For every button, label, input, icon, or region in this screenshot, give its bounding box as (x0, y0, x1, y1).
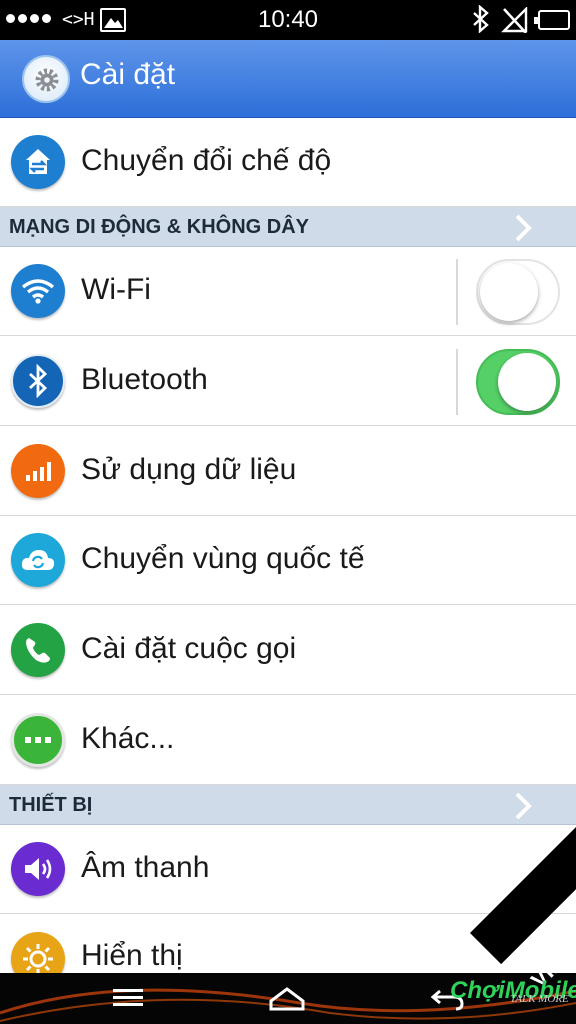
section-header-device[interactable]: THIẾT BỊ (0, 785, 576, 825)
settings-item-label: Sử dụng dữ liệu (81, 453, 297, 486)
section-label: MẠNG DI ĐỘNG & KHÔNG DÂY (9, 216, 309, 238)
settings-item-label: Âm thanh (81, 851, 210, 884)
settings-item-label: Khác... (81, 722, 175, 755)
settings-gear-icon[interactable] (22, 55, 70, 103)
bluetooth-status-icon (470, 4, 492, 39)
settings-item-label: Chuyển vùng quốc tế (81, 542, 365, 575)
settings-item-label: Wi-Fi (81, 273, 151, 306)
toggle-knob (498, 353, 556, 411)
settings-item-label: Cài đặt cuộc gọi (81, 632, 297, 665)
settings-item-wifi[interactable]: Wi-Fi (0, 247, 576, 336)
speaker-icon (11, 842, 65, 896)
settings-item-call-settings[interactable]: Cài đặt cuộc gọi (0, 606, 576, 695)
switch-mode-icon (11, 135, 65, 189)
status-bar: <>H 10:40 (0, 0, 576, 40)
page-title: Cài đặt (80, 58, 176, 91)
bluetooth-icon (11, 354, 65, 408)
divider (456, 349, 458, 415)
chevron-right-icon (514, 791, 532, 825)
divider (456, 259, 458, 325)
action-bar: Cài đặt (0, 40, 576, 118)
bluetooth-toggle[interactable] (476, 349, 560, 415)
no-signal-icon (500, 6, 528, 37)
battery-icon (534, 10, 570, 30)
settings-item-label: Chuyển đổi chế độ (81, 144, 332, 177)
data-usage-icon (11, 444, 65, 498)
settings-item-roaming[interactable]: Chuyển vùng quốc tế (0, 516, 576, 605)
toggle-knob (480, 263, 538, 321)
chevron-right-icon (514, 213, 532, 247)
settings-item-more[interactable]: Khác... (0, 696, 576, 785)
settings-item-sound[interactable]: Âm thanh (0, 825, 576, 914)
more-dots-icon (11, 713, 65, 767)
settings-item-label: Bluetooth (81, 363, 208, 396)
navigation-bar (0, 973, 576, 1024)
section-header-wireless[interactable]: MẠNG DI ĐỘNG & KHÔNG DÂY (0, 207, 576, 247)
settings-item-bluetooth[interactable]: Bluetooth (0, 337, 576, 426)
back-icon[interactable] (430, 985, 466, 1017)
menu-icon[interactable] (112, 985, 144, 1013)
settings-item-label: Hiển thị (81, 939, 183, 972)
wifi-toggle[interactable] (476, 259, 560, 325)
section-label: THIẾT BỊ (9, 794, 93, 816)
roaming-cloud-icon (11, 533, 65, 587)
settings-item-data-usage[interactable]: Sử dụng dữ liệu (0, 427, 576, 516)
settings-item-switch-mode[interactable]: Chuyển đổi chế độ (0, 118, 576, 207)
phone-icon (11, 623, 65, 677)
wifi-icon (11, 264, 65, 318)
home-icon[interactable] (268, 985, 306, 1017)
